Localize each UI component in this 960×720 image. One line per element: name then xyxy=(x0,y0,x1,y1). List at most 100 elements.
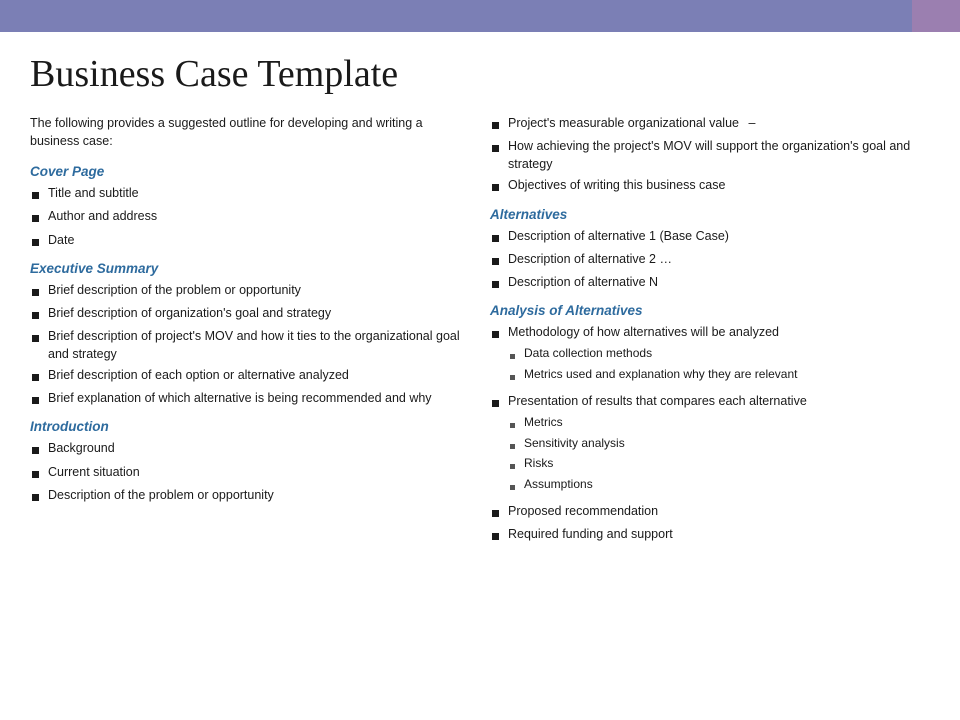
bullet-icon xyxy=(32,465,48,483)
item-text: Presentation of results that compares ea… xyxy=(508,392,807,410)
list-item: Brief description of project's MOV and h… xyxy=(30,327,470,363)
section-heading-executive: Executive Summary xyxy=(30,261,470,276)
item-text: Metrics xyxy=(524,414,625,431)
sub-list-item: Sensitivity analysis xyxy=(510,435,625,454)
item-text: Brief description of the problem or oppo… xyxy=(48,281,470,299)
sub-list-item: Assumptions xyxy=(510,476,625,495)
bullet-icon xyxy=(492,504,508,522)
bullet-icon xyxy=(492,139,508,157)
item-text: How achieving the project's MOV will sup… xyxy=(508,137,930,173)
item-text: Date xyxy=(48,231,470,249)
item-text: Assumptions xyxy=(524,476,625,493)
list-item: Project's measurable organizational valu… xyxy=(490,114,930,134)
intro-text: The following provides a suggested outli… xyxy=(30,114,470,150)
list-item: Required funding and support xyxy=(490,525,930,545)
item-text: Metrics used and explanation why they ar… xyxy=(524,366,798,383)
item-text: Brief explanation of which alternative i… xyxy=(48,389,470,407)
cover-page-list: Title and subtitle Author and address Da… xyxy=(30,184,470,250)
list-item: Proposed recommendation xyxy=(490,502,930,522)
list-item: Objectives of writing this business case xyxy=(490,176,930,196)
item-text: Description of alternative 1 (Base Case) xyxy=(508,227,930,245)
item-text: Data collection methods xyxy=(524,345,798,362)
list-item: Description of alternative 1 (Base Case) xyxy=(490,227,930,247)
list-item: How achieving the project's MOV will sup… xyxy=(490,137,930,173)
sub-list-item: Metrics xyxy=(510,414,625,433)
bullet-icon xyxy=(32,186,48,204)
list-item: Presentation of results that compares ea… xyxy=(490,392,930,499)
right-intro-list: Project's measurable organizational valu… xyxy=(490,114,930,197)
bullet-icon xyxy=(492,527,508,545)
bullet-icon xyxy=(492,178,508,196)
right-column: Project's measurable organizational valu… xyxy=(490,114,930,551)
list-item: Current situation xyxy=(30,463,470,483)
sub-list-item: Data collection methods xyxy=(510,345,798,364)
bullet-icon xyxy=(32,441,48,459)
list-item: Brief explanation of which alternative i… xyxy=(30,389,470,409)
list-item: Description of alternative N xyxy=(490,273,930,293)
bullet-icon xyxy=(32,306,48,324)
list-item: Brief description of organization's goal… xyxy=(30,304,470,324)
bullet-icon xyxy=(32,329,48,347)
item-text: Description of alternative 2 … xyxy=(508,250,930,268)
item-text: Sensitivity analysis xyxy=(524,435,625,452)
sub-bullet-icon xyxy=(510,478,524,495)
bullet-icon xyxy=(32,488,48,506)
list-item: Background xyxy=(30,439,470,459)
bullet-icon xyxy=(492,252,508,270)
introduction-list: Background Current situation Description… xyxy=(30,439,470,505)
item-text: Brief description of project's MOV and h… xyxy=(48,327,470,363)
section-heading-cover: Cover Page xyxy=(30,164,470,179)
banner-right xyxy=(912,0,960,32)
item-text: Required funding and support xyxy=(508,525,930,543)
item-text: Proposed recommendation xyxy=(508,502,930,520)
item-text: Brief description of each option or alte… xyxy=(48,366,470,384)
sub-list: Data collection methods Metrics used and… xyxy=(510,345,798,387)
two-column-layout: The following provides a suggested outli… xyxy=(30,114,930,551)
list-item: Description of the problem or opportunit… xyxy=(30,486,470,506)
list-item: Brief description of the problem or oppo… xyxy=(30,281,470,301)
section-heading-introduction: Introduction xyxy=(30,419,470,434)
sub-list-item: Risks xyxy=(510,455,625,474)
bullet-icon xyxy=(32,209,48,227)
sub-bullet-icon xyxy=(510,416,524,433)
main-content: Business Case Template The following pro… xyxy=(0,32,960,571)
banner-left xyxy=(0,0,912,32)
item-text: Description of the problem or opportunit… xyxy=(48,486,470,504)
item-text: Background xyxy=(48,439,470,457)
sub-bullet-icon xyxy=(510,347,524,364)
item-text: Methodology of how alternatives will be … xyxy=(508,323,779,341)
section-heading-alternatives: Alternatives xyxy=(490,207,930,222)
left-column: The following provides a suggested outli… xyxy=(30,114,490,512)
list-item: Methodology of how alternatives will be … xyxy=(490,323,930,389)
item-text: Objectives of writing this business case xyxy=(508,176,930,194)
bullet-icon xyxy=(492,275,508,293)
item-text: Risks xyxy=(524,455,625,472)
bullet-icon xyxy=(32,391,48,409)
sub-list: Metrics Sensitivity analysis Risks xyxy=(510,414,625,497)
item-text: Author and address xyxy=(48,207,470,225)
list-item: Brief description of each option or alte… xyxy=(30,366,470,386)
item-text: Brief description of organization's goal… xyxy=(48,304,470,322)
bullet-icon xyxy=(492,325,508,343)
bullet-icon xyxy=(492,229,508,247)
alternatives-list: Description of alternative 1 (Base Case)… xyxy=(490,227,930,293)
bullet-icon xyxy=(492,116,508,134)
section-heading-analysis: Analysis of Alternatives xyxy=(490,303,930,318)
sub-bullet-icon xyxy=(510,457,524,474)
item-text: Current situation xyxy=(48,463,470,481)
analysis-list: Methodology of how alternatives will be … xyxy=(490,323,930,545)
sub-bullet-icon xyxy=(510,437,524,454)
item-text: Title and subtitle xyxy=(48,184,470,202)
list-item: Author and address xyxy=(30,207,470,227)
page-title: Business Case Template xyxy=(30,52,930,96)
sub-bullet-icon xyxy=(510,368,524,385)
bullet-icon xyxy=(32,233,48,251)
top-banner xyxy=(0,0,960,32)
item-text: Project's measurable organizational valu… xyxy=(508,114,930,132)
bullet-icon xyxy=(32,368,48,386)
sub-list-item: Metrics used and explanation why they ar… xyxy=(510,366,798,385)
list-item: Description of alternative 2 … xyxy=(490,250,930,270)
list-item: Title and subtitle xyxy=(30,184,470,204)
bullet-icon xyxy=(492,394,508,412)
item-text: Description of alternative N xyxy=(508,273,930,291)
